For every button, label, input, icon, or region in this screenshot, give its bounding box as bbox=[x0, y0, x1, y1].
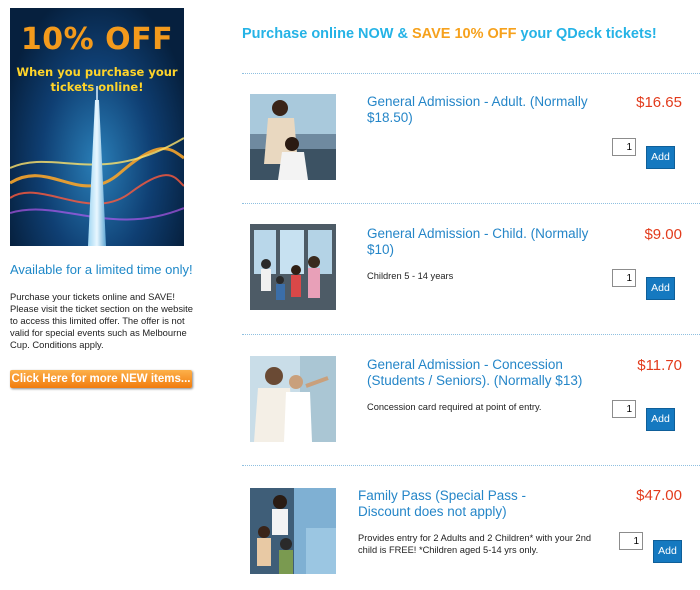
promo-description-line2: Please visit the ticket section on the w… bbox=[10, 303, 193, 350]
product-photo-child bbox=[250, 224, 336, 310]
limited-time-notice: Available for a limited time only! bbox=[10, 262, 193, 277]
product-price: $47.00 bbox=[636, 487, 682, 504]
add-to-cart-button[interactable]: Add bbox=[653, 540, 682, 563]
banner-discount: 10% OFF bbox=[20, 22, 174, 57]
quantity-input[interactable] bbox=[612, 269, 636, 287]
product-note: Provides entry for 2 Adults and 2 Childr… bbox=[358, 533, 592, 555]
product-row-concession: General Admission - Concession (Students… bbox=[242, 334, 700, 465]
quantity-input[interactable] bbox=[612, 138, 636, 156]
quantity-input[interactable] bbox=[619, 532, 643, 550]
promo-description-line1: Purchase your tickets online and SAVE! bbox=[10, 291, 176, 302]
banner-text-line2: tickets online! bbox=[50, 80, 144, 94]
product-price: $9.00 bbox=[644, 226, 682, 243]
product-price: $11.70 bbox=[637, 357, 682, 374]
more-new-items-button[interactable]: Click Here for more NEW items... bbox=[10, 370, 192, 388]
product-row-adult: General Admission - Adult. (Normally $18… bbox=[242, 73, 700, 203]
quantity-input[interactable] bbox=[612, 400, 636, 418]
product-price: $16.65 bbox=[636, 94, 682, 111]
product-row-child: General Admission - Child. (Normally $10… bbox=[242, 203, 700, 334]
product-title: General Admission - Adult. (Normally $18… bbox=[367, 94, 588, 125]
headline-part2: your QDeck tickets! bbox=[516, 26, 657, 42]
product-photo-family bbox=[250, 488, 336, 574]
add-to-cart-button[interactable]: Add bbox=[646, 408, 675, 431]
promo-banner: 10% OFF When you purchase your tickets o… bbox=[10, 8, 184, 246]
product-photo-concession bbox=[250, 356, 336, 442]
add-to-cart-button[interactable]: Add bbox=[646, 277, 675, 300]
page-headline: Purchase online NOW & SAVE 10% OFF your … bbox=[242, 26, 657, 42]
promo-description: Purchase your tickets online and SAVE! P… bbox=[10, 291, 200, 351]
headline-part1: Purchase online NOW & bbox=[242, 26, 412, 42]
product-photo-adult bbox=[250, 94, 336, 180]
banner-text-line1: When you purchase your bbox=[16, 65, 178, 79]
add-to-cart-button[interactable]: Add bbox=[646, 146, 675, 169]
product-title: General Admission - Child. (Normally $10… bbox=[367, 226, 589, 257]
product-title: General Admission - Concession (Students… bbox=[367, 357, 583, 388]
headline-highlight: SAVE 10% OFF bbox=[412, 26, 517, 42]
product-title: Family Pass (Special Pass - Discount doe… bbox=[358, 488, 527, 519]
product-row-family: Family Pass (Special Pass - Discount doe… bbox=[242, 465, 700, 590]
